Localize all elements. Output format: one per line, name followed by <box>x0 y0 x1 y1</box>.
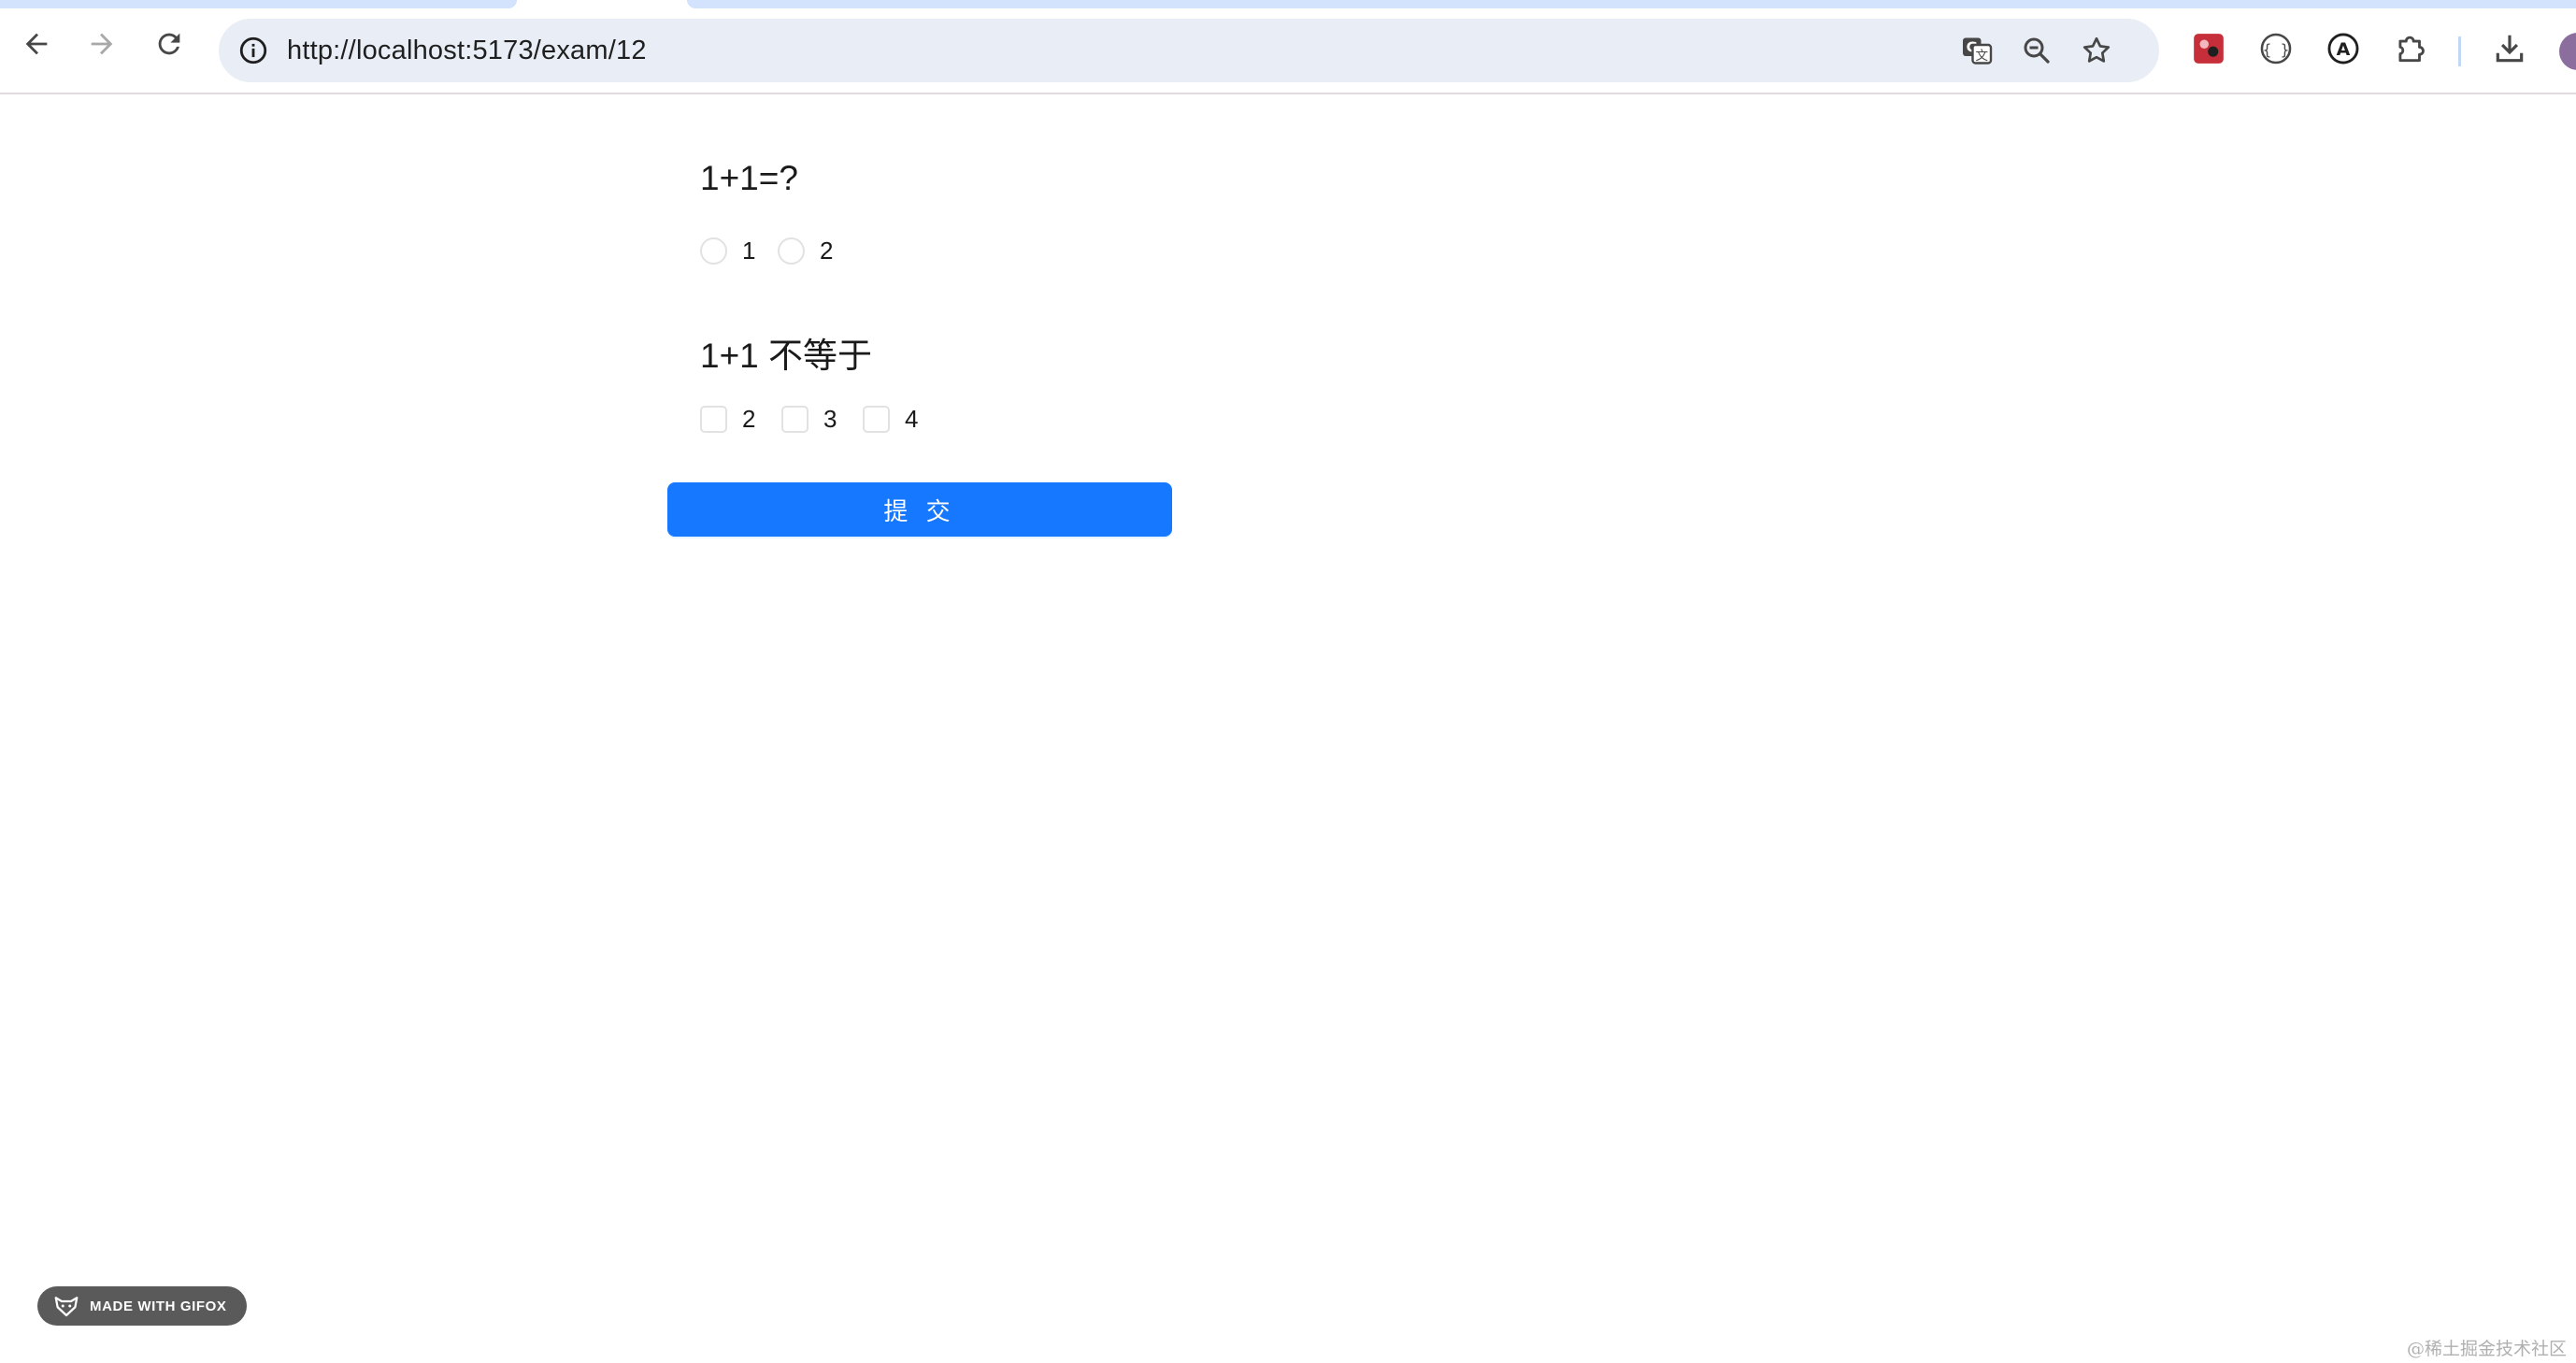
checkbox[interactable] <box>781 405 809 433</box>
submit-button[interactable]: 提 交 <box>667 482 1172 537</box>
svg-text:A: A <box>2337 39 2351 60</box>
fox-logo-icon <box>54 1297 79 1317</box>
checkbox-option[interactable]: 2 <box>700 403 755 435</box>
option-label: 3 <box>823 404 837 433</box>
radio-button[interactable] <box>700 237 727 265</box>
checkbox[interactable] <box>863 405 890 433</box>
bookmark-button[interactable] <box>2079 33 2114 68</box>
red-extension-icon <box>2194 34 2224 64</box>
forward-button[interactable] <box>79 21 125 67</box>
checkbox-option[interactable]: 3 <box>781 403 837 435</box>
option-label: 2 <box>742 404 756 433</box>
radio-option[interactable]: 1 <box>700 235 755 266</box>
reload-icon <box>158 33 180 55</box>
watermark: @稀土掘金技术社区 <box>2406 1339 2567 1359</box>
star-icon <box>2082 36 2111 63</box>
info-icon[interactable] <box>237 35 269 66</box>
download-icon <box>2496 35 2524 63</box>
zoom-out-icon <box>2024 37 2050 64</box>
option-label: 4 <box>905 404 919 433</box>
option-label: 2 <box>820 236 834 265</box>
extension-button[interactable]: A <box>2324 29 2363 68</box>
browser-tab[interactable] <box>687 0 2576 8</box>
toolbar-divider <box>2458 36 2461 66</box>
checkbox-option[interactable]: 4 <box>863 403 918 435</box>
reload-button[interactable] <box>146 21 193 67</box>
back-button[interactable] <box>13 21 60 67</box>
checkbox[interactable] <box>700 405 727 433</box>
translate-button[interactable]: G 文 <box>1959 33 1995 68</box>
radio-button[interactable] <box>778 237 805 265</box>
a-circle-extension-icon: A <box>2327 33 2359 65</box>
question-title: 1+1=? <box>700 159 798 197</box>
svg-text:文: 文 <box>1976 49 1989 64</box>
arrow-left-icon <box>25 33 48 55</box>
tab-strip <box>0 0 2576 8</box>
puzzle-icon <box>2398 36 2425 63</box>
svg-text:{ }: { } <box>2263 40 2290 58</box>
extension-button[interactable] <box>2189 29 2228 68</box>
gifox-badge-text: MADE WITH GIFOX <box>90 1298 227 1314</box>
radio-option[interactable]: 2 <box>778 235 833 266</box>
url-text[interactable]: http://localhost:5173/exam/12 <box>287 19 647 82</box>
profile-avatar[interactable] <box>2559 33 2576 70</box>
question-title: 1+1 不等于 <box>700 337 873 375</box>
gifox-badge: MADE WITH GIFOX <box>37 1286 247 1326</box>
zoom-button[interactable] <box>2019 33 2054 68</box>
browser-tab[interactable] <box>0 0 517 8</box>
braces-extension-icon: { } <box>2260 33 2292 65</box>
browser-toolbar: http://localhost:5173/exam/12 G 文 <box>0 8 2576 94</box>
address-bar[interactable]: http://localhost:5173/exam/12 G 文 <box>219 19 2159 82</box>
arrow-right-icon <box>91 33 113 55</box>
downloads-button[interactable] <box>2490 29 2529 68</box>
extensions-menu-button[interactable] <box>2391 29 2430 68</box>
extension-button[interactable]: { } <box>2256 29 2296 68</box>
translate-icon: G 文 <box>1963 37 1993 65</box>
option-label: 1 <box>742 236 756 265</box>
